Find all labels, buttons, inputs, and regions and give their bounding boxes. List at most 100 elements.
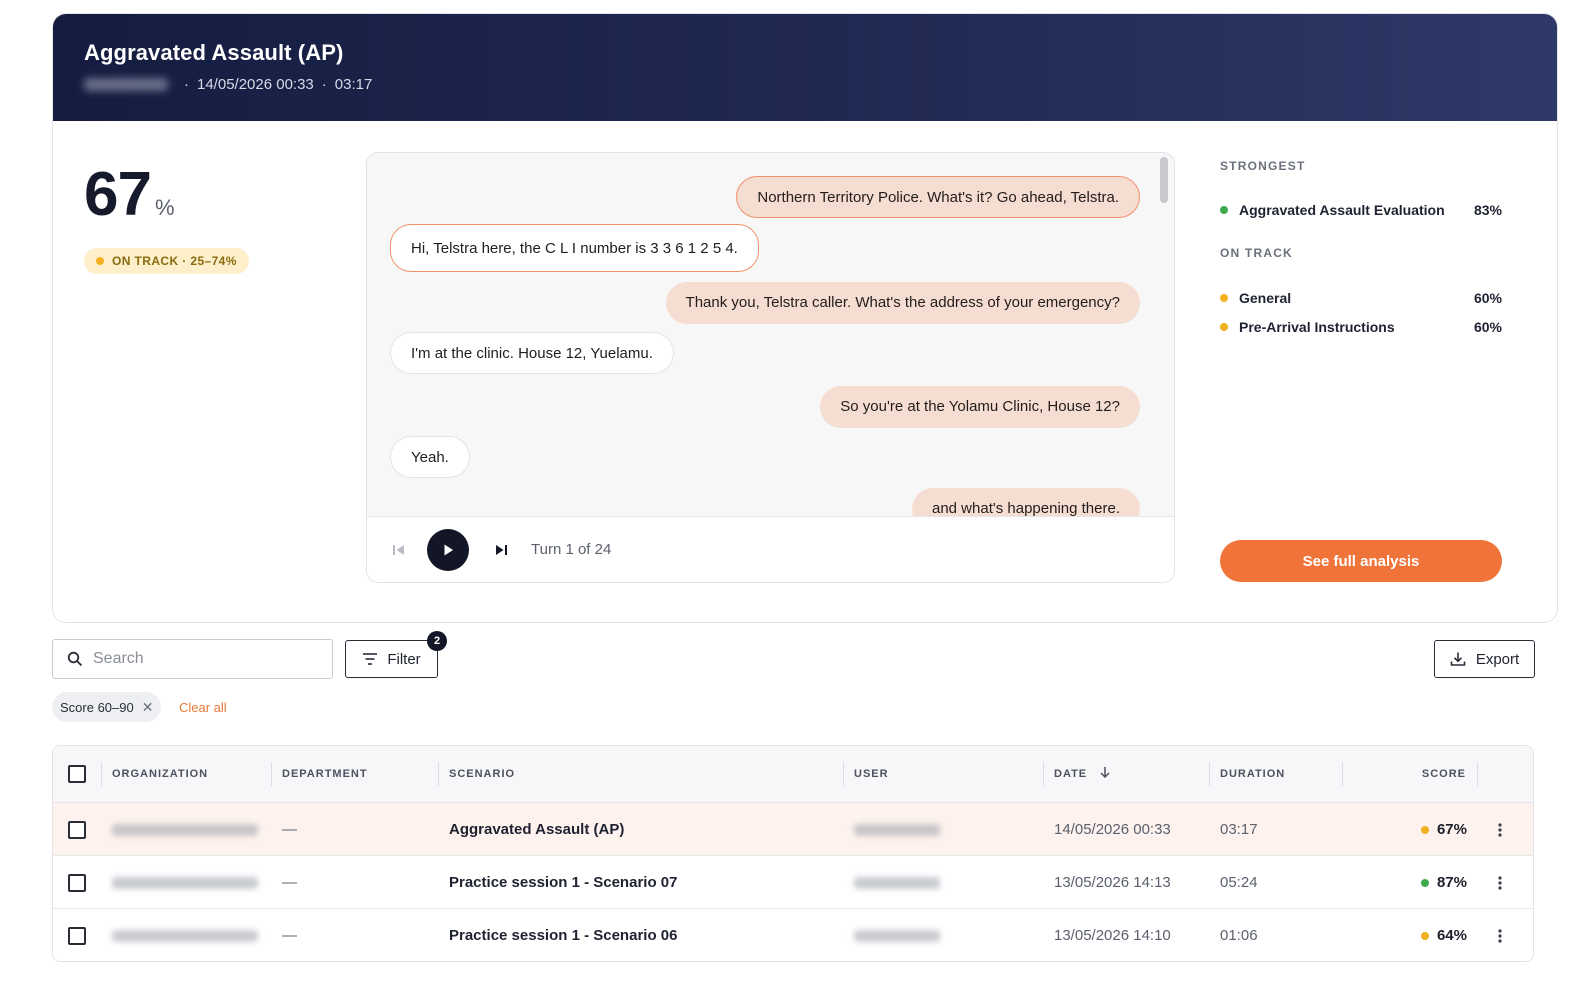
session-header: Aggravated Assault (AP) · 14/05/2026 00:… — [53, 14, 1557, 121]
turn-counter: Turn 1 of 24 — [531, 541, 612, 558]
competency-row: Pre-Arrival Instructions 60% — [1220, 317, 1502, 337]
table-header: ORGANIZATION DEPARTMENT SCENARIO USER DA… — [53, 746, 1533, 803]
column-department[interactable]: DEPARTMENT — [282, 746, 368, 803]
redacted-user — [854, 824, 940, 837]
next-turn-button[interactable] — [493, 542, 509, 558]
overall-score: 67% ON TRACK · 25–74% — [84, 159, 249, 274]
redacted-user — [854, 877, 940, 890]
row-checkbox[interactable] — [68, 821, 86, 839]
redacted-user — [854, 930, 940, 943]
filter-button[interactable]: Filter — [345, 640, 438, 678]
skip-forward-icon — [496, 544, 507, 555]
row-user — [854, 909, 940, 961]
column-organization[interactable]: ORGANIZATION — [112, 746, 208, 803]
row-department: — — [282, 874, 297, 891]
table-row[interactable]: — Practice session 1 - Scenario 07 13/05… — [53, 856, 1533, 909]
session-meta: · 14/05/2026 00:33 · 03:17 — [84, 76, 1526, 93]
row-menu-button[interactable] — [1493, 874, 1507, 892]
search-input[interactable] — [93, 650, 313, 668]
table-row[interactable]: — Practice session 1 - Scenario 06 13/05… — [53, 909, 1533, 961]
status-dot-icon — [96, 257, 104, 265]
redacted-organization — [112, 930, 258, 943]
competency-summary: STRONGEST Aggravated Assault Evaluation … — [1220, 159, 1502, 337]
transcript-scrollbar[interactable] — [1160, 157, 1168, 203]
score-dot-icon — [1420, 931, 1429, 940]
transcript-message-dispatcher[interactable]: and what's happening there. — [911, 488, 1140, 516]
search-icon — [67, 651, 83, 667]
on-track-heading: ON TRACK — [1220, 246, 1293, 260]
redacted-organization — [112, 877, 258, 890]
column-score[interactable]: SCORE — [1422, 746, 1466, 803]
kebab-menu-icon — [1498, 876, 1502, 890]
row-checkbox[interactable] — [68, 927, 86, 945]
column-date[interactable]: DATE — [1054, 746, 1111, 803]
transcript-message-dispatcher[interactable]: Thank you, Telstra caller. What's the ad… — [665, 282, 1140, 324]
row-scenario: Aggravated Assault (AP) — [449, 821, 625, 838]
row-date: 14/05/2026 00:33 — [1054, 821, 1171, 838]
row-date: 13/05/2026 14:10 — [1054, 927, 1171, 944]
clear-all-link[interactable]: Clear all — [179, 700, 227, 715]
playback-controls: Turn 1 of 24 — [367, 516, 1174, 582]
transcript-message-caller[interactable]: Hi, Telstra here, the C L I number is 3 … — [390, 224, 759, 272]
skip-back-icon — [393, 544, 404, 555]
row-score: 67% — [1420, 803, 1467, 856]
sort-descending-icon — [1100, 767, 1110, 779]
competency-row: Aggravated Assault Evaluation 83% — [1220, 200, 1502, 220]
row-menu-button[interactable] — [1493, 821, 1507, 839]
status-dot-icon — [1220, 206, 1228, 214]
download-icon — [1450, 652, 1466, 666]
play-icon — [444, 544, 453, 555]
row-menu-button[interactable] — [1493, 927, 1507, 945]
previous-turn-button[interactable] — [391, 542, 407, 558]
filter-icon — [363, 653, 378, 665]
transcript-messages[interactable]: Northern Territory Police. What's it? Go… — [367, 153, 1174, 516]
status-dot-icon — [1220, 294, 1228, 302]
search-box[interactable] — [52, 639, 333, 679]
row-date: 13/05/2026 14:13 — [1054, 874, 1171, 891]
select-all-checkbox[interactable] — [68, 765, 86, 783]
sessions-table: ORGANIZATION DEPARTMENT SCENARIO USER DA… — [52, 745, 1534, 962]
row-duration: 01:06 — [1220, 927, 1258, 944]
status-badge: ON TRACK · 25–74% — [84, 248, 249, 274]
score-dot-icon — [1420, 825, 1429, 834]
table-row[interactable]: — Aggravated Assault (AP) 14/05/2026 00:… — [53, 803, 1533, 856]
row-score: 64% — [1420, 909, 1467, 961]
row-user — [854, 856, 940, 909]
strongest-heading: STRONGEST — [1220, 159, 1306, 173]
session-duration: 03:17 — [334, 76, 373, 93]
row-department: — — [282, 927, 297, 944]
row-organization — [112, 856, 258, 909]
transcript-message-dispatcher[interactable]: So you're at the Yolamu Clinic, House 12… — [820, 386, 1140, 428]
session-title: Aggravated Assault (AP) — [84, 40, 344, 65]
row-score: 87% — [1420, 856, 1467, 909]
redacted-organization — [112, 824, 258, 837]
row-duration: 05:24 — [1220, 874, 1258, 891]
session-date: 14/05/2026 00:33 — [197, 76, 314, 93]
competency-row: General 60% — [1220, 288, 1502, 308]
row-user — [854, 803, 940, 856]
export-button[interactable]: Export — [1434, 640, 1535, 678]
active-filter-chip[interactable]: Score 60–90 ✕ — [52, 692, 162, 722]
row-checkbox[interactable] — [68, 874, 86, 892]
redacted-user-name — [84, 78, 168, 91]
transcript-message-caller[interactable]: I'm at the clinic. House 12, Yuelamu. — [390, 332, 674, 374]
remove-filter-icon[interactable]: ✕ — [142, 699, 154, 716]
column-duration[interactable]: DURATION — [1220, 746, 1285, 803]
transcript-message-dispatcher[interactable]: Northern Territory Police. What's it? Go… — [736, 176, 1140, 218]
row-scenario: Practice session 1 - Scenario 07 — [449, 874, 678, 891]
transcript-panel[interactable]: Northern Territory Police. What's it? Go… — [366, 152, 1175, 583]
play-button[interactable] — [427, 528, 469, 571]
column-scenario[interactable]: SCENARIO — [449, 746, 515, 803]
filter-count-badge: 2 — [427, 631, 447, 651]
see-full-analysis-button[interactable]: See full analysis — [1220, 540, 1502, 582]
score-value: 67 — [84, 160, 152, 229]
status-dot-icon — [1220, 323, 1228, 331]
kebab-menu-icon — [1498, 929, 1502, 943]
transcript-message-caller[interactable]: Yeah. — [390, 436, 470, 478]
row-organization — [112, 909, 258, 961]
score-dot-icon — [1420, 878, 1429, 887]
column-user[interactable]: USER — [854, 746, 889, 803]
score-unit: % — [154, 195, 175, 220]
row-duration: 03:17 — [1220, 821, 1258, 838]
row-department: — — [282, 821, 297, 838]
